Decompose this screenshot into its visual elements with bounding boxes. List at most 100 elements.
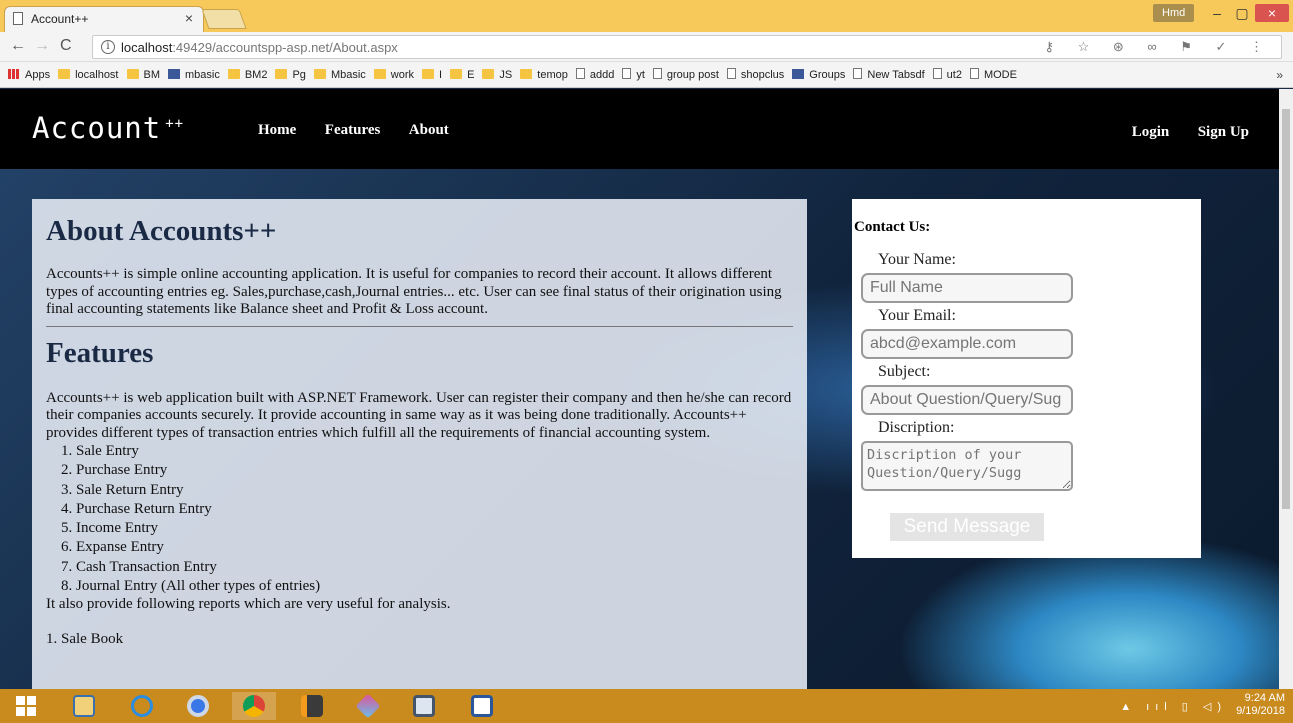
bookmark-item[interactable]: BM	[126, 62, 160, 87]
list-item: Expanse Entry	[76, 538, 793, 557]
forward-icon[interactable]: →	[34, 37, 50, 55]
nav-about[interactable]: About	[409, 122, 449, 138]
name-input[interactable]	[861, 273, 1073, 303]
list-item: Income Entry	[76, 519, 793, 538]
browser-tab[interactable]: Account++ ×	[4, 6, 204, 32]
taskbar-chrome-2[interactable]	[232, 692, 276, 720]
bookmark-label: mbasic	[185, 69, 220, 81]
bookmarks-more-button[interactable]: »	[1276, 62, 1283, 87]
bookmark-item[interactable]: yt	[622, 62, 645, 87]
bookmark-item[interactable]: JS	[482, 62, 512, 87]
folder-icon	[422, 69, 435, 79]
bookmark-label: Groups	[809, 69, 846, 81]
entry-types-list: Sale Entry Purchase Entry Sale Return En…	[46, 442, 793, 596]
visual-studio-icon	[355, 693, 381, 719]
clock[interactable]: 9:24 AM 9/19/2018	[1236, 692, 1285, 718]
bookmark-label: addd	[589, 69, 615, 81]
bookmark-item[interactable]: BM2	[227, 62, 267, 87]
word-icon	[471, 695, 493, 717]
bookmark-item[interactable]: shopclus	[726, 62, 784, 87]
minimize-button[interactable]: –	[1203, 4, 1231, 22]
folder-icon	[275, 69, 288, 79]
bookmark-item[interactable]: temop	[520, 62, 568, 87]
bookmark-label: Pg	[292, 69, 306, 81]
reload-icon[interactable]: C	[60, 37, 72, 55]
login-link[interactable]: Login	[1132, 124, 1170, 140]
folder-icon	[373, 69, 386, 79]
features-title: Features	[46, 336, 154, 369]
site-logo[interactable]: Account ++	[32, 111, 184, 145]
taskbar-screen-app[interactable]	[402, 692, 446, 720]
bookmark-item[interactable]: Apps	[8, 62, 50, 87]
taskbar-word[interactable]	[460, 692, 504, 720]
subject-input[interactable]	[861, 385, 1073, 415]
facebook-icon	[168, 69, 180, 79]
taskbar-visual-studio[interactable]	[346, 692, 390, 720]
list-item: Purchase Return Entry	[76, 500, 793, 519]
nav-features[interactable]: Features	[325, 122, 381, 138]
windows-icon	[16, 696, 36, 716]
system-tray-icons[interactable]: ▲ ııl ▯ ◁)	[1120, 700, 1227, 713]
close-window-button[interactable]: ×	[1255, 4, 1289, 22]
sign-up-link[interactable]: Sign Up	[1198, 124, 1249, 140]
name-label: Your Name:	[878, 251, 956, 268]
scrollbar-thumb[interactable]	[1282, 109, 1290, 509]
site-header: Account ++ Home Features About Login Sign…	[0, 89, 1279, 169]
maximize-button[interactable]: ▢	[1228, 4, 1256, 22]
bookmark-item[interactable]: mbasic	[168, 62, 220, 87]
bookmark-label: I	[439, 69, 443, 81]
taskbar-chrome-1[interactable]	[176, 692, 220, 720]
extension-icons[interactable]: ⚷ ☆ ⊛ ∞ ⚑ ✓ ⋮	[1044, 39, 1273, 55]
taskbar-sublime[interactable]	[290, 692, 334, 720]
folder-icon	[450, 69, 463, 79]
back-icon[interactable]: ←	[10, 37, 26, 55]
bookmark-item[interactable]: Mbasic	[313, 62, 366, 87]
bookmark-item[interactable]: ut2	[932, 62, 962, 87]
folder-icon	[482, 69, 495, 79]
main-nav: Home Features About	[258, 121, 473, 139]
close-tab-icon[interactable]: ×	[185, 10, 193, 26]
facebook-icon	[792, 69, 805, 79]
section-divider	[46, 325, 793, 327]
list-item: Cash Transaction Entry	[76, 558, 793, 577]
folder-icon	[227, 69, 240, 79]
new-tab-button[interactable]	[201, 9, 247, 29]
bookmark-item[interactable]: group post	[652, 62, 719, 87]
page-scrollbar[interactable]	[1279, 89, 1293, 689]
auth-nav: Login Sign Up	[1132, 123, 1273, 141]
folder-icon	[126, 69, 139, 79]
user-profile-button[interactable]: Hmd	[1153, 4, 1195, 22]
page-icon	[932, 68, 942, 79]
bookmark-item[interactable]: I	[422, 62, 443, 87]
email-label: Your Email:	[878, 307, 956, 324]
sublime-text-icon	[301, 695, 323, 717]
url-path: :49429/accountspp-asp.net/About.aspx	[172, 40, 398, 55]
bookmark-label: Mbasic	[330, 69, 366, 81]
list-item: Journal Entry (All other types of entrie…	[76, 577, 793, 596]
bookmark-item[interactable]: New Tabsdf	[853, 62, 925, 87]
bookmark-item[interactable]: localhost	[58, 62, 119, 87]
bookmark-item[interactable]: E	[450, 62, 474, 87]
page-icon	[853, 68, 863, 79]
bookmark-item[interactable]: MODE	[969, 62, 1017, 87]
page-icon	[726, 68, 736, 79]
bookmark-label: ut2	[946, 69, 962, 81]
contact-title: Contact Us:	[854, 219, 931, 235]
url-host: localhost	[121, 40, 173, 55]
taskbar-ie[interactable]	[120, 692, 164, 720]
email-input[interactable]	[861, 329, 1073, 359]
page-icon	[622, 68, 632, 79]
nav-home[interactable]: Home	[258, 122, 296, 138]
bookmark-item[interactable]: Groups	[792, 62, 846, 87]
contact-form: Contact Us: Your Name: Your Email: Subje…	[852, 199, 1201, 558]
url-text: localhost:49429/accountspp-asp.net/About…	[121, 40, 398, 55]
description-textarea[interactable]	[861, 441, 1073, 491]
bookmark-item[interactable]: Pg	[275, 62, 306, 87]
send-message-button[interactable]: Send Message	[890, 513, 1044, 541]
taskbar-explorer[interactable]	[62, 692, 106, 720]
address-bar[interactable]: i localhost:49429/accountspp-asp.net/Abo…	[92, 35, 1282, 59]
start-button[interactable]	[4, 692, 48, 720]
info-icon[interactable]: i	[101, 40, 115, 54]
bookmark-item[interactable]: addd	[575, 62, 615, 87]
bookmark-item[interactable]: work	[373, 62, 414, 87]
